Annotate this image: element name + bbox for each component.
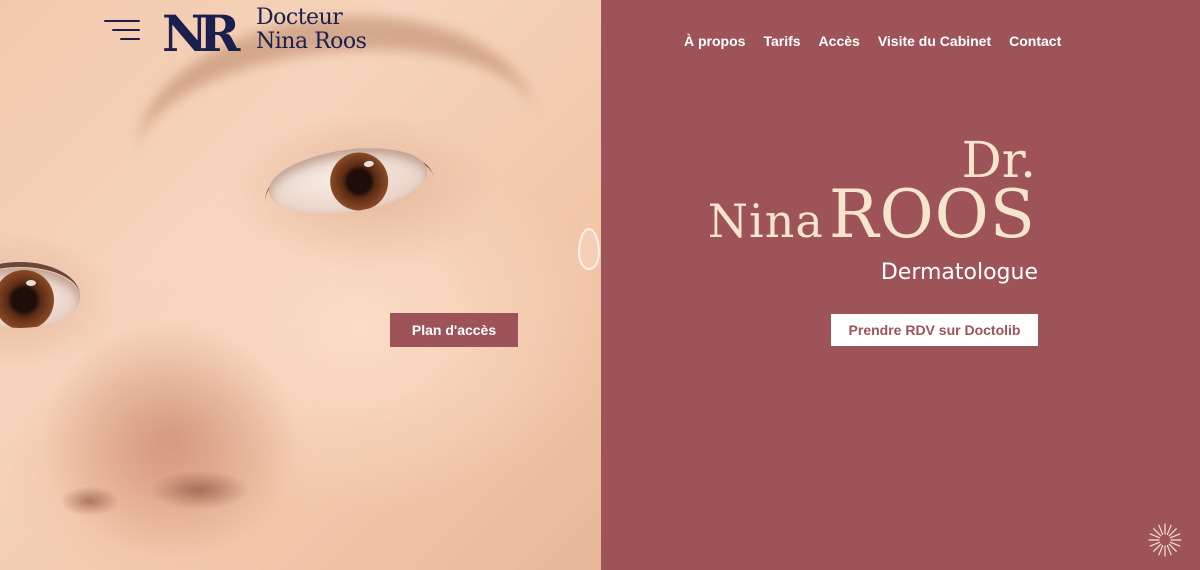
hero-name: Nina ROOS <box>708 180 1036 267</box>
nose-shadow <box>40 320 300 560</box>
hero-last-name: ROOS <box>828 176 1036 253</box>
starburst-icon[interactable] <box>1146 521 1184 559</box>
book-appointment-button[interactable]: Prendre RDV sur Doctolib <box>831 314 1038 346</box>
nav-item-acces[interactable]: Accès <box>819 33 860 49</box>
nav-item-tarifs[interactable]: Tarifs <box>763 33 800 49</box>
logo-text[interactable]: Docteur Nina Roos <box>256 5 367 54</box>
nav-item-a-propos[interactable]: À propos <box>684 33 745 49</box>
nostril <box>150 470 250 510</box>
hero-subtitle: Dermatologue <box>880 260 1038 285</box>
main-nav: À propos Tarifs Accès Visite du Cabinet … <box>684 33 1061 49</box>
hero-first-name: Nina <box>707 194 824 248</box>
hero-photo <box>0 0 601 570</box>
nav-item-contact[interactable]: Contact <box>1009 33 1061 49</box>
nostril <box>60 486 120 516</box>
logo-monogram[interactable]: NR <box>162 8 240 60</box>
access-map-button[interactable]: Plan d'accès <box>390 313 518 347</box>
logo-line-name: Nina Roos <box>256 29 367 54</box>
hamburger-menu-icon[interactable] <box>100 20 140 46</box>
nav-item-visite-cabinet[interactable]: Visite du Cabinet <box>878 33 991 49</box>
logo-line-docteur: Docteur <box>256 5 343 30</box>
serum-droplet <box>578 228 600 270</box>
